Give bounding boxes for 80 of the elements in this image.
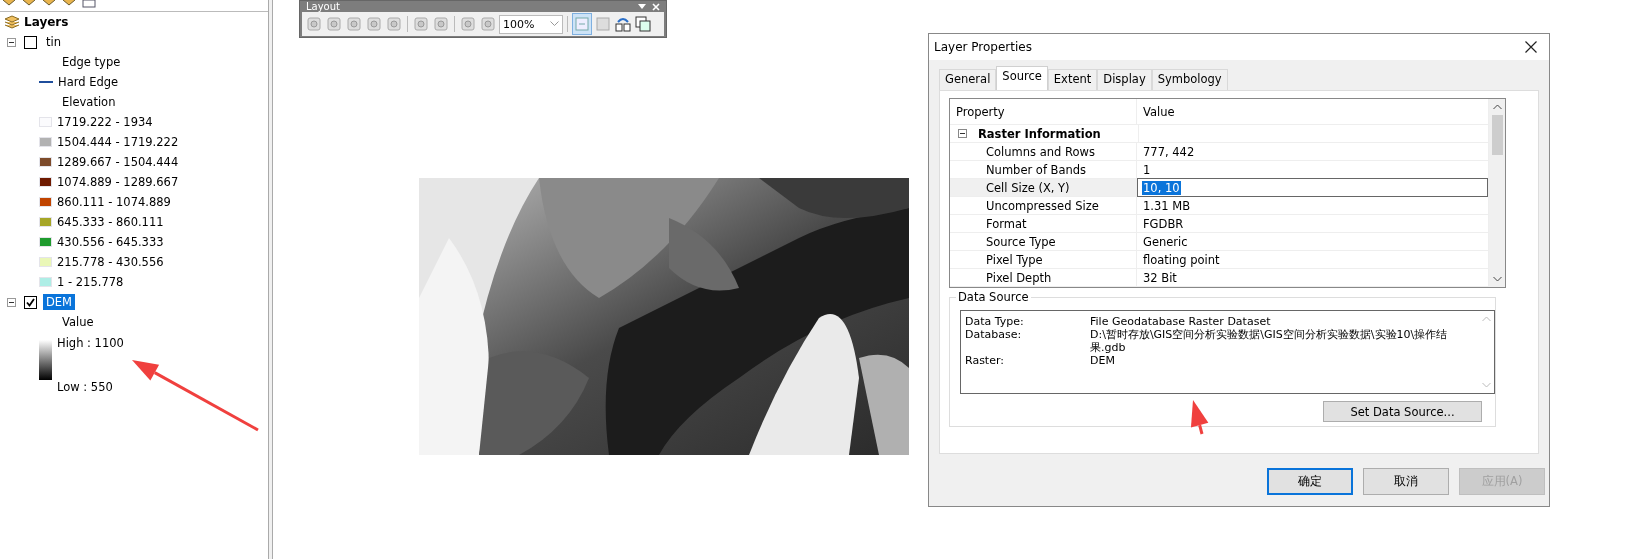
- dropdown-icon: [638, 3, 646, 10]
- tab[interactable]: Source: [996, 66, 1048, 90]
- property-name[interactable]: Cell Size (X, Y): [950, 179, 1137, 196]
- legend-heading: Value: [62, 315, 94, 329]
- legend-label: 860.111 - 1074.889: [57, 195, 171, 209]
- legend-label: 1504.444 - 1719.222: [57, 135, 179, 149]
- legend-heading: Edge type: [62, 55, 121, 69]
- property-value: Generic: [1142, 233, 1189, 250]
- legend-label: High : 1100: [57, 336, 124, 350]
- property-value: 777, 442: [1142, 143, 1196, 160]
- layer-icon: [2, 0, 16, 8]
- info-value: DEM: [1090, 354, 1116, 367]
- property-value: FGDBR: [1142, 215, 1185, 232]
- property-name[interactable]: Number of Bands: [950, 161, 1137, 178]
- scrollbar[interactable]: [1488, 99, 1505, 287]
- gradient-ramp: [39, 340, 52, 380]
- column-header: Property: [950, 99, 1137, 124]
- scroll-thumb[interactable]: [1491, 115, 1503, 155]
- dialog-button[interactable]: 确定: [1267, 468, 1353, 495]
- scroll-down-icon: [1492, 276, 1502, 282]
- info-label: Data Type:: [965, 315, 1025, 328]
- legend-label: 1 - 215.778: [57, 275, 124, 289]
- property-name[interactable]: Uncompressed Size: [950, 197, 1137, 214]
- legend-label: Hard Edge: [58, 75, 119, 89]
- close-icon: [652, 2, 660, 11]
- layers-icon: [4, 15, 20, 29]
- scroll-down-icon: [1481, 382, 1491, 388]
- close-icon[interactable]: [1525, 41, 1537, 53]
- layer-checkbox[interactable]: [24, 295, 37, 309]
- minus-icon[interactable]: [7, 297, 16, 307]
- minus-icon[interactable]: [958, 129, 967, 138]
- layer-checkbox[interactable]: [24, 35, 37, 49]
- tab[interactable]: Display: [1097, 69, 1152, 90]
- property-name[interactable]: Pixel Depth: [950, 269, 1137, 286]
- templates-icon[interactable]: [635, 16, 651, 32]
- checkmark-icon: [26, 297, 35, 307]
- tab[interactable]: General: [939, 69, 997, 90]
- legend-label: 1289.667 - 1504.444: [57, 155, 179, 169]
- toolbar-title: Layout: [306, 1, 340, 12]
- property-value: 1: [1142, 161, 1152, 178]
- minus-icon[interactable]: [7, 37, 16, 47]
- property-value: 1.31 MB: [1142, 197, 1192, 214]
- layer-name[interactable]: tin: [43, 34, 64, 50]
- scroll-up-icon: [1492, 104, 1502, 110]
- info-value: File Geodatabase Raster Dataset: [1090, 315, 1272, 328]
- dialog-button[interactable]: 取消: [1363, 468, 1449, 495]
- tab[interactable]: Symbology: [1151, 69, 1228, 90]
- window-icon: [82, 0, 96, 8]
- property-name[interactable]: Source Type: [950, 233, 1137, 250]
- tab[interactable]: Extent: [1047, 69, 1098, 90]
- group-title: Data Source: [956, 290, 1031, 304]
- legend-label: 215.778 - 430.556: [57, 255, 164, 269]
- layer-icon: [42, 0, 56, 8]
- page-icon[interactable]: [574, 16, 590, 32]
- legend-heading: Elevation: [62, 95, 116, 109]
- property-name[interactable]: Columns and Rows: [950, 143, 1137, 160]
- scroll-up-icon: [1481, 316, 1491, 322]
- info-value: D:\暂时存放\GIS空间分析实验数据\GIS空间分析实验数据\实验10\操作结果.gdb: [1090, 328, 1449, 354]
- legend-label: Low : 550: [57, 380, 114, 394]
- legend-label: 645.333 - 860.111: [57, 215, 164, 229]
- legend-label: 1719.222 - 1934: [57, 115, 153, 129]
- toc-title: Layers: [24, 15, 69, 29]
- info-label: Database:: [965, 328, 1023, 343]
- dialog-title: Layer Properties: [934, 40, 1032, 54]
- info-label: Raster:: [965, 354, 1005, 367]
- property-value: floating point: [1142, 251, 1221, 268]
- property-name[interactable]: Format: [950, 215, 1137, 232]
- property-value: 32 Bit: [1142, 269, 1178, 286]
- legend-label: 1074.889 - 1289.667: [57, 175, 179, 189]
- layer-icon: [22, 0, 36, 8]
- zoom-dropdown[interactable]: 100%: [499, 14, 563, 34]
- property-name[interactable]: Pixel Type: [950, 251, 1137, 268]
- group-label: Raster Information: [978, 126, 1101, 141]
- set-data-source-button[interactable]: Set Data Source...: [1323, 401, 1482, 422]
- column-header: Value: [1142, 103, 1176, 121]
- switch-icon[interactable]: [615, 16, 631, 32]
- legend-label: 430.556 - 645.333: [57, 235, 164, 249]
- caret-icon: [550, 21, 559, 27]
- layer-name[interactable]: DEM: [43, 294, 76, 310]
- layer-icon: [62, 0, 76, 8]
